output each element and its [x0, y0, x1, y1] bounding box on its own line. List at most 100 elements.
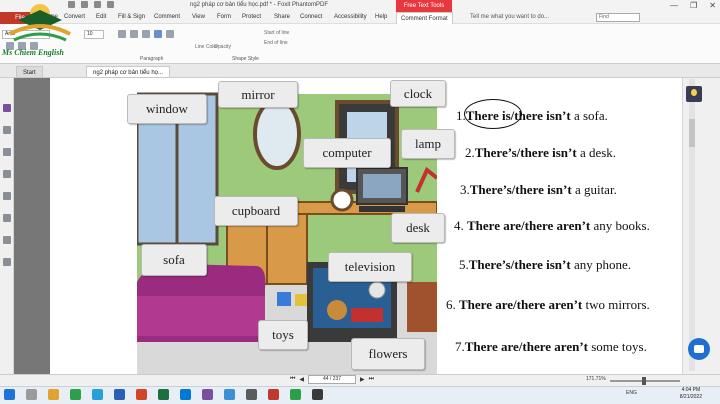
sentence-3-rest: a guitar. [574, 182, 617, 197]
tab-comment[interactable]: Comment [154, 14, 180, 20]
sentence-6-rest: two mirrors. [585, 297, 650, 312]
bookmark-icon[interactable] [3, 104, 11, 112]
next-page-icon[interactable]: ▶ [360, 376, 365, 383]
justify-icon[interactable] [154, 30, 162, 38]
doc-tab-current[interactable]: ng2 pháp cơ bản tiểu họ... [86, 66, 170, 78]
font-size-select[interactable]: 10 [84, 30, 104, 39]
vertical-scrollbar[interactable] [689, 79, 695, 371]
tab-protect[interactable]: Protect [242, 14, 261, 20]
zoom-slider[interactable] [610, 377, 680, 385]
find-input[interactable]: Find [596, 13, 640, 22]
close-button[interactable]: ✕ [709, 1, 716, 10]
label-desk: desk [391, 213, 445, 243]
label-toys: toys [258, 320, 308, 350]
security-icon[interactable] [3, 236, 11, 244]
start-icon[interactable] [4, 389, 15, 400]
label-sofa: sofa [141, 244, 207, 276]
first-page-icon[interactable]: ⏮ [290, 376, 295, 383]
clock-date: 8/21/2022 [679, 394, 702, 400]
line-spacing-icon[interactable] [166, 30, 174, 38]
zoom-level[interactable]: 171.71% [586, 376, 606, 382]
tab-form[interactable]: Form [217, 14, 231, 20]
chat-bubble-icon[interactable] [688, 338, 710, 360]
label-flowers: flowers [351, 338, 425, 370]
tab-comment-format[interactable]: Comment Format [396, 12, 453, 24]
content-icon[interactable] [3, 258, 11, 266]
tab-view[interactable]: View [192, 14, 205, 20]
powerpoint-icon[interactable] [136, 389, 147, 400]
tab-fill-sign[interactable]: Fill & Sign [118, 14, 145, 20]
print-icon[interactable] [81, 1, 88, 8]
search-icon[interactable] [26, 389, 37, 400]
clock-time: 4:04 PM [681, 387, 701, 393]
prev-page-icon[interactable]: ◀ [299, 376, 304, 383]
left-navigation-pane [0, 78, 14, 374]
end-of-line-select[interactable]: End of line [264, 40, 288, 46]
app-icon[interactable] [224, 389, 235, 400]
sentence-3: 3.There’s/there isn’t a guitar. [460, 182, 617, 198]
sentence-5-rest: any phone. [573, 257, 631, 272]
language-indicator[interactable]: ENG [626, 390, 637, 396]
label-lamp: lamp [401, 129, 455, 159]
tab-share[interactable]: Share [274, 14, 290, 20]
foxit-window: ng2 pháp cơ bản tiểu học.pdf * - Foxit P… [0, 0, 720, 404]
logo-text: Ms Chiem English [2, 48, 64, 57]
app-icon-4[interactable] [312, 389, 323, 400]
sentence-7-number: 7. [455, 339, 465, 354]
pages-icon[interactable] [3, 126, 11, 134]
sentence-1-choice: There is/there isn’t [465, 108, 571, 123]
align-right-icon[interactable] [142, 30, 150, 38]
sentence-7: 7.There are/there aren’t some toys. [455, 339, 647, 355]
scrollbar-thumb[interactable] [689, 119, 695, 147]
ribbon-body [0, 24, 720, 64]
sentence-1: 1.There is/there isn’t a sofa. [456, 108, 608, 124]
page-number-input[interactable]: 44 / 237 [308, 375, 357, 384]
sentence-5: 5.There’s/there isn’t any phone. [459, 257, 631, 273]
onenote-icon[interactable] [202, 389, 213, 400]
align-left-icon[interactable] [118, 30, 126, 38]
align-center-icon[interactable] [130, 30, 138, 38]
sentence-2-choice: There’s/there isn’t [474, 145, 577, 160]
word-icon[interactable] [114, 389, 125, 400]
label-window: window [127, 94, 207, 124]
system-clock[interactable]: 4:04 PM 8/21/2022 [680, 387, 702, 401]
minimize-button[interactable]: — [670, 1, 678, 10]
last-page-icon[interactable]: ⏭ [369, 376, 374, 383]
sentence-7-rest: some toys. [591, 339, 647, 354]
sentence-5-number: 5. [459, 257, 469, 272]
foxit-icon[interactable] [268, 389, 279, 400]
tab-accessibility[interactable]: Accessibility [334, 14, 367, 20]
tab-connect[interactable]: Connect [300, 14, 322, 20]
excel-icon[interactable] [158, 389, 169, 400]
lightbulb-icon[interactable] [686, 86, 702, 102]
undo-icon[interactable] [94, 1, 101, 8]
start-of-line-select[interactable]: Start of line [264, 30, 289, 36]
file-explorer-icon[interactable] [48, 389, 59, 400]
group-label-paragraph: Paragraph [140, 56, 164, 62]
sentence-5-choice: There’s/there isn’t [468, 257, 571, 272]
signatures-icon[interactable] [3, 214, 11, 222]
layers-icon[interactable] [3, 148, 11, 156]
graduation-cap-icon [9, 4, 71, 42]
sentence-6-choice: There are/there aren’t [459, 297, 583, 312]
group-label-shape-style: Shape Style [232, 56, 259, 62]
app-icon-2[interactable] [246, 389, 257, 400]
sentence-7-choice: There are/there aren’t [464, 339, 588, 354]
sentence-6-number: 6. [446, 297, 456, 312]
maximize-button[interactable]: ❐ [690, 1, 697, 10]
redo-icon[interactable] [107, 1, 114, 8]
app-icon-3[interactable] [290, 389, 301, 400]
comments-icon[interactable] [3, 170, 11, 178]
tab-help[interactable]: Help [375, 14, 387, 20]
tab-edit[interactable]: Edit [96, 14, 106, 20]
outlook-icon[interactable] [180, 389, 191, 400]
chrome-icon[interactable] [70, 389, 81, 400]
sentence-4-choice: There are/there aren’t [467, 218, 591, 233]
opacity-label[interactable]: Opacity [214, 44, 231, 50]
doc-tab-start[interactable]: Start [16, 66, 43, 78]
zalo-icon[interactable] [92, 389, 103, 400]
window-controls: — ❐ ✕ [670, 1, 716, 10]
context-tab-free-text-tools[interactable]: Free Text Tools [396, 0, 452, 12]
attachments-icon[interactable] [3, 192, 11, 200]
tell-me-search[interactable]: Tell me what you want to do... [470, 14, 549, 20]
